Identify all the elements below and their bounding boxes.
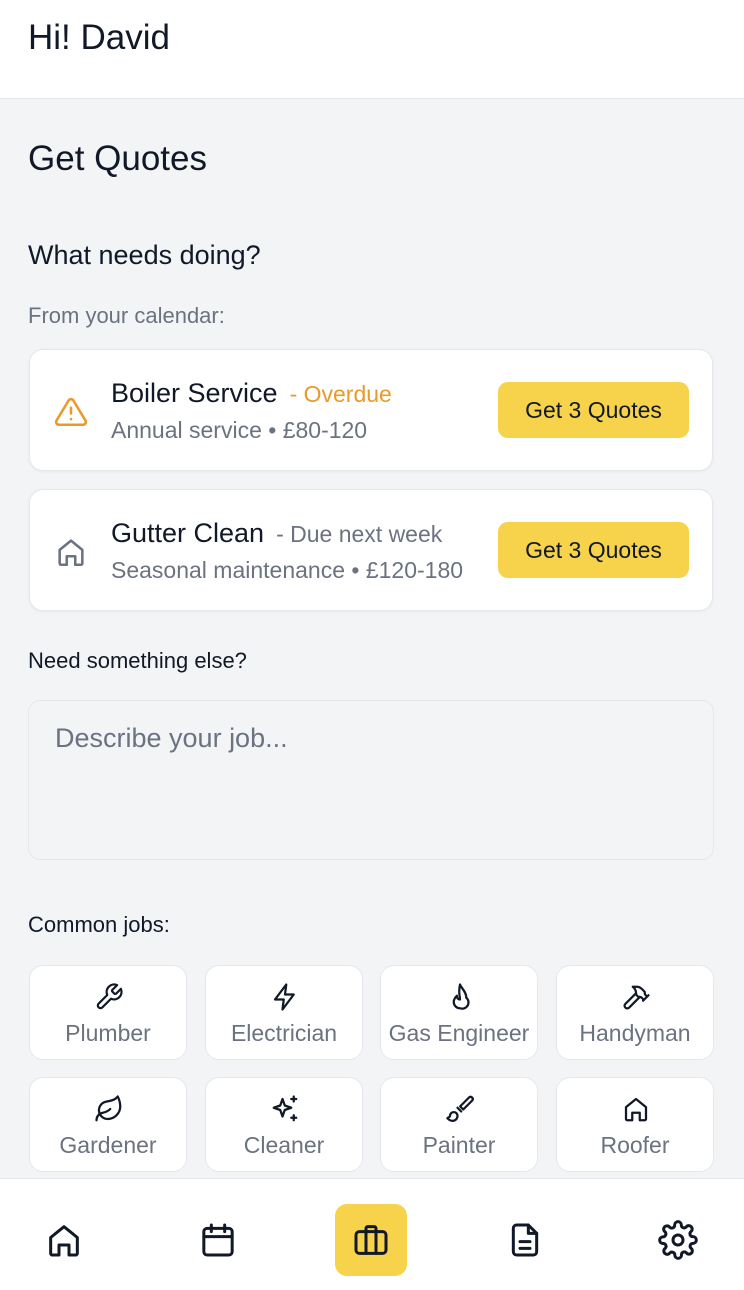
job-label: Handyman	[579, 1020, 691, 1046]
job-label: Plumber	[65, 1020, 151, 1046]
hammer-icon	[623, 985, 650, 1010]
app-header: Hi! David	[0, 0, 744, 99]
job-tile-gardener[interactable]: Gardener	[29, 1077, 187, 1172]
document-icon	[511, 1223, 539, 1257]
task-card-boiler-service: Boiler Service - Overdue Annual service •…	[29, 349, 713, 471]
nav-settings[interactable]	[642, 1204, 714, 1276]
task-title: Gutter Clean	[111, 518, 265, 548]
common-jobs-label: Common jobs:	[28, 912, 170, 937]
home-icon	[58, 539, 84, 567]
nav-home[interactable]	[28, 1204, 100, 1276]
need-something-else-label: Need something else?	[28, 648, 247, 673]
job-label: Gas Engineer	[388, 1020, 530, 1046]
job-label: Gardener	[59, 1132, 157, 1158]
get-quotes-button[interactable]: Get 3 Quotes	[498, 382, 689, 438]
task-title-row: Boiler Service - Overdue	[111, 378, 392, 409]
home-icon	[49, 1225, 79, 1257]
greeting-text: Hi! David	[28, 18, 170, 57]
job-label: Painter	[422, 1132, 496, 1158]
nav-documents[interactable]	[489, 1204, 561, 1276]
task-title: Boiler Service	[111, 378, 278, 408]
job-label: Electrician	[230, 1020, 338, 1046]
calendar-icon	[202, 1223, 234, 1257]
warning-icon	[54, 397, 88, 427]
job-tile-roofer[interactable]: Roofer	[556, 1077, 714, 1172]
section-title: What needs doing?	[28, 240, 261, 270]
lightning-icon	[273, 983, 295, 1011]
wrench-icon	[96, 983, 123, 1010]
job-label: Cleaner	[243, 1132, 325, 1158]
task-status: - Overdue	[289, 381, 392, 407]
job-tile-cleaner[interactable]: Cleaner	[205, 1077, 363, 1172]
task-subtitle: Annual service • £80-120	[111, 417, 368, 443]
briefcase-icon	[354, 1225, 388, 1255]
job-tile-gas-engineer[interactable]: Gas Engineer	[380, 965, 538, 1060]
job-tile-painter[interactable]: Painter	[380, 1077, 538, 1172]
task-subtitle: Seasonal maintenance • £120-180	[111, 557, 464, 583]
task-status: - Due next week	[276, 521, 443, 547]
job-tile-electrician[interactable]: Electrician	[205, 965, 363, 1060]
job-label: Roofer	[600, 1132, 670, 1158]
calendar-label: From your calendar:	[28, 303, 225, 328]
gear-icon	[658, 1220, 698, 1260]
flame-icon	[452, 983, 470, 1010]
nav-calendar[interactable]	[182, 1204, 254, 1276]
job-tile-plumber[interactable]: Plumber	[29, 965, 187, 1060]
leaf-icon	[95, 1095, 122, 1122]
page-title: Get Quotes	[28, 139, 207, 178]
sparkles-icon	[272, 1095, 298, 1122]
task-card-gutter-clean: Gutter Clean - Due next week Seasonal mai…	[29, 489, 713, 611]
bottom-nav	[0, 1178, 744, 1290]
describe-job-input[interactable]	[28, 700, 714, 860]
task-title-row: Gutter Clean - Due next week	[111, 518, 442, 549]
paintbrush-icon	[446, 1095, 474, 1122]
home-icon	[624, 1097, 648, 1122]
nav-quotes[interactable]	[335, 1204, 407, 1276]
job-tile-handyman[interactable]: Handyman	[556, 965, 714, 1060]
get-quotes-button[interactable]: Get 3 Quotes	[498, 522, 689, 578]
